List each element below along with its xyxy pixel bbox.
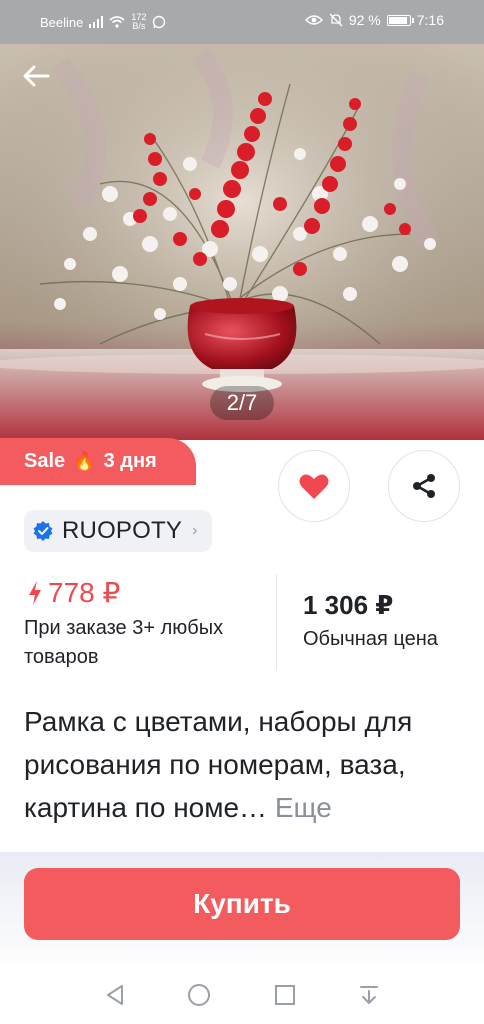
store-link[interactable]: RUOPOTY › xyxy=(24,510,212,552)
nav-back-button[interactable] xyxy=(102,982,128,1008)
nav-home-button[interactable] xyxy=(186,982,212,1008)
mute-icon xyxy=(329,13,343,27)
chevron-right-icon: › xyxy=(192,522,198,539)
product-image-gallery[interactable]: 2/7 xyxy=(0,44,484,440)
favorite-button[interactable] xyxy=(278,450,350,522)
store-name: RUOPOTY xyxy=(62,517,183,544)
wifi-icon xyxy=(109,16,125,28)
buy-button[interactable]: Купить xyxy=(24,868,460,940)
carrier-label: Beeline xyxy=(40,14,84,30)
nav-recents-icon xyxy=(275,985,295,1005)
heart-icon xyxy=(299,474,329,499)
battery-percent: 92 % xyxy=(348,12,381,28)
system-navigation-bar xyxy=(0,962,484,1024)
back-arrow-icon xyxy=(23,65,50,87)
nav-pull-down-icon xyxy=(360,986,378,1004)
sale-days: 3 дня xyxy=(103,450,157,472)
gallery-page-indicator: 2/7 xyxy=(210,386,274,420)
nav-recents-button[interactable] xyxy=(272,982,298,1008)
battery-icon xyxy=(386,14,414,26)
status-left: Beeline 172 B/s xyxy=(40,13,166,31)
status-right: 92 % 7:16 xyxy=(304,12,444,28)
network-speed: 172 B/s xyxy=(131,13,146,31)
sale-label: Sale xyxy=(24,450,66,472)
nav-notifications-button[interactable] xyxy=(356,982,382,1008)
signal-icon xyxy=(89,16,104,28)
product-image xyxy=(0,44,484,440)
eye-icon xyxy=(304,15,323,25)
share-icon xyxy=(413,474,435,498)
clock: 7:16 xyxy=(416,12,444,28)
share-button[interactable] xyxy=(388,450,460,522)
lightning-icon xyxy=(29,580,41,605)
fire-icon: 🔥 xyxy=(73,451,96,471)
price-divider xyxy=(276,574,277,670)
promo-condition: При заказе 3+ любых товаров xyxy=(24,617,224,668)
nav-back-icon xyxy=(107,985,123,1005)
nav-home-icon xyxy=(188,984,210,1006)
sale-badge: Sale 🔥 3 дня xyxy=(0,438,196,485)
show-more-link[interactable]: Еще xyxy=(275,792,332,823)
promo-price-value: 778 ₽ xyxy=(48,577,121,608)
product-title: Рамка с цветами, наборы для рисования по… xyxy=(24,700,464,829)
back-button[interactable] xyxy=(22,64,62,104)
product-title-text: Рамка с цветами, наборы для рисования по… xyxy=(24,706,413,823)
regular-price: 1 306 ₽ xyxy=(303,590,394,620)
whatsapp-icon xyxy=(153,15,166,29)
status-bar: Beeline 172 B/s 92 % 7:16 xyxy=(0,0,484,44)
speed-unit: B/s xyxy=(132,21,146,31)
regular-price-label: Обычная цена xyxy=(303,628,438,650)
promo-price: 778 ₽ xyxy=(28,576,120,609)
verified-icon xyxy=(33,521,53,541)
